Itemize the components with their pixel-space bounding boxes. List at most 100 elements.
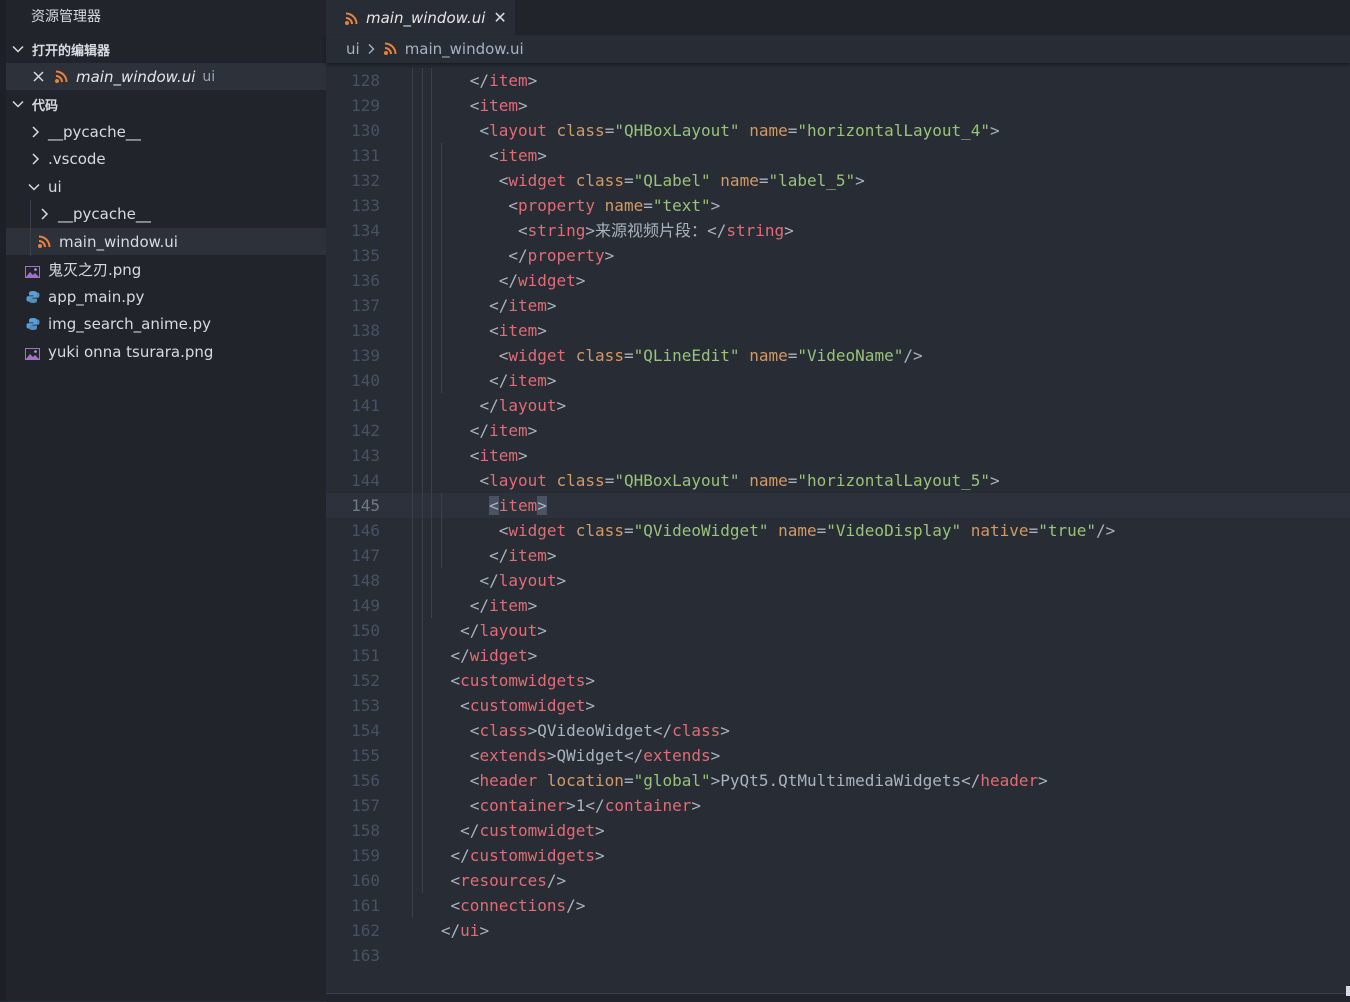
code-line[interactable]: 132 <widget class="QLabel" name="label_5… <box>326 168 1350 193</box>
code-line[interactable]: 147 </item> <box>326 543 1350 568</box>
line-number: 163 <box>351 946 380 965</box>
image-icon <box>25 346 40 360</box>
code-line[interactable]: 156 <header location="global">PyQt5.QtMu… <box>326 768 1350 793</box>
tab-main-window-ui[interactable]: main_window.ui ✕ <box>326 0 515 35</box>
code-line[interactable]: 149 </item> <box>326 593 1350 618</box>
line-number: 144 <box>351 471 380 490</box>
code-line[interactable]: 154 <class>QVideoWidget</class> <box>326 718 1350 743</box>
chevron-down-icon <box>12 43 28 55</box>
tree-folder-ui-pycache[interactable]: __pycache__ <box>6 200 326 227</box>
code-line[interactable]: 163 <box>326 943 1350 968</box>
indent-guide <box>421 68 423 893</box>
code-line[interactable]: 146 <widget class="QVideoWidget" name="V… <box>326 518 1350 543</box>
tree-file-image-2[interactable]: yuki onna tsurara.png <box>6 338 326 365</box>
code-line[interactable]: 144 <layout class="QHBoxLayout" name="ho… <box>326 468 1350 493</box>
code-line[interactable]: 131 <item> <box>326 143 1350 168</box>
code-line[interactable]: 133 <property name="text"> <box>326 193 1350 218</box>
close-icon[interactable]: ✕ <box>493 8 506 27</box>
feed-icon <box>383 42 397 56</box>
line-number: 133 <box>351 196 380 215</box>
code-line[interactable]: 129 <item> <box>326 93 1350 118</box>
tree-folder-ui[interactable]: ui <box>6 173 326 200</box>
breadcrumb-folder[interactable]: ui <box>346 40 360 58</box>
code-line[interactable]: 136 </widget> <box>326 268 1350 293</box>
line-number: 138 <box>351 321 380 340</box>
close-icon[interactable] <box>33 71 44 82</box>
code-line[interactable]: 145 <item> <box>326 493 1350 518</box>
code-editor[interactable]: 128 </item> 129 <item> 130 <layout class="… <box>326 68 1350 993</box>
line-text: </item> <box>489 296 557 315</box>
tree-item-label: main_window.ui <box>59 232 178 251</box>
line-number: 139 <box>351 346 380 365</box>
chevron-right-icon <box>30 152 48 165</box>
code-line[interactable]: 139 <widget class="QLineEdit" name="Vide… <box>326 343 1350 368</box>
tree-folder-vscode[interactable]: .vscode <box>6 145 326 172</box>
line-number: 160 <box>351 871 380 890</box>
line-number: 158 <box>351 821 380 840</box>
line-number: 157 <box>351 796 380 815</box>
code-line[interactable]: 162 </ui> <box>326 918 1350 943</box>
chevron-right-icon <box>367 43 375 55</box>
code-line[interactable]: 134 <string>来源视频片段：</string> <box>326 218 1350 243</box>
code-line[interactable]: 135 </property> <box>326 243 1350 268</box>
line-text: </item> <box>489 371 557 390</box>
code-line[interactable]: 159 </customwidgets> <box>326 843 1350 868</box>
indent-guide <box>30 200 31 256</box>
tree-item-label: ui <box>48 177 62 196</box>
code-line[interactable]: 130 <layout class="QHBoxLayout" name="ho… <box>326 118 1350 143</box>
line-text: </item> <box>489 546 557 565</box>
breadcrumb-file[interactable]: main_window.ui <box>405 40 524 58</box>
code-line[interactable]: 143 <item> <box>326 443 1350 468</box>
line-number: 146 <box>351 521 380 540</box>
tree-file-image-1[interactable]: 鬼灭之刃.png <box>6 256 326 283</box>
tree-file-main-window-ui[interactable]: main_window.ui <box>6 228 326 255</box>
code-line[interactable]: 142 </item> <box>326 418 1350 443</box>
line-number: 147 <box>351 546 380 565</box>
line-number: 131 <box>351 146 380 165</box>
line-text: <layout class="QHBoxLayout" name="horizo… <box>479 121 1000 140</box>
line-text: </widget> <box>450 646 538 665</box>
tree-item-label: __pycache__ <box>58 204 151 223</box>
line-text: <class>QVideoWidget</class> <box>469 721 730 740</box>
code-line[interactable]: 137 </item> <box>326 293 1350 318</box>
code-line[interactable]: 128 </item> <box>326 68 1350 93</box>
code-line[interactable]: 138 <item> <box>326 318 1350 343</box>
tree-file-app-main[interactable]: app_main.py <box>6 283 326 310</box>
line-number: 149 <box>351 596 380 615</box>
line-text: <item> <box>469 446 528 465</box>
line-text: <widget class="QLabel" name="label_5"> <box>498 171 865 190</box>
line-number: 143 <box>351 446 380 465</box>
open-editors-section-header[interactable]: 打开的编辑器 <box>6 36 326 62</box>
feed-icon <box>54 70 68 84</box>
line-text: </customwidgets> <box>450 846 605 865</box>
line-text: <connections/> <box>450 896 586 915</box>
open-editor-item[interactable]: main_window.ui ui <box>6 63 326 90</box>
feed-icon <box>37 235 51 249</box>
code-line[interactable]: 150 </layout> <box>326 618 1350 643</box>
code-line[interactable]: 153 <customwidget> <box>326 693 1350 718</box>
line-number: 161 <box>351 896 380 915</box>
tree-folder-pycache[interactable]: __pycache__ <box>6 118 326 145</box>
code-line[interactable]: 158 </customwidget> <box>326 818 1350 843</box>
line-text: </ui> <box>440 921 490 940</box>
code-line[interactable]: 152 <customwidgets> <box>326 668 1350 693</box>
line-number: 151 <box>351 646 380 665</box>
scrollbar-thumb[interactable] <box>1346 986 1350 996</box>
code-line[interactable]: 148 </layout> <box>326 568 1350 593</box>
line-text: <widget class="QVideoWidget" name="Video… <box>498 521 1116 540</box>
code-line[interactable]: 160 <resources/> <box>326 868 1350 893</box>
code-line[interactable]: 157 <container>1</container> <box>326 793 1350 818</box>
code-line[interactable]: 140 </item> <box>326 368 1350 393</box>
line-number: 134 <box>351 221 380 240</box>
workspace-section-header[interactable]: 代码 <box>6 91 326 117</box>
tree-file-img-search[interactable]: img_search_anime.py <box>6 310 326 337</box>
code-line[interactable]: 161 <connections/> <box>326 893 1350 918</box>
line-text: <extends>QWidget</extends> <box>469 746 721 765</box>
feed-icon <box>344 11 358 25</box>
code-line[interactable]: 155 <extends>QWidget</extends> <box>326 743 1350 768</box>
line-number: 130 <box>351 121 380 140</box>
code-line[interactable]: 151 </widget> <box>326 643 1350 668</box>
chevron-right-icon <box>39 207 58 220</box>
open-editors-label: 打开的编辑器 <box>32 43 111 59</box>
code-line[interactable]: 141 </layout> <box>326 393 1350 418</box>
